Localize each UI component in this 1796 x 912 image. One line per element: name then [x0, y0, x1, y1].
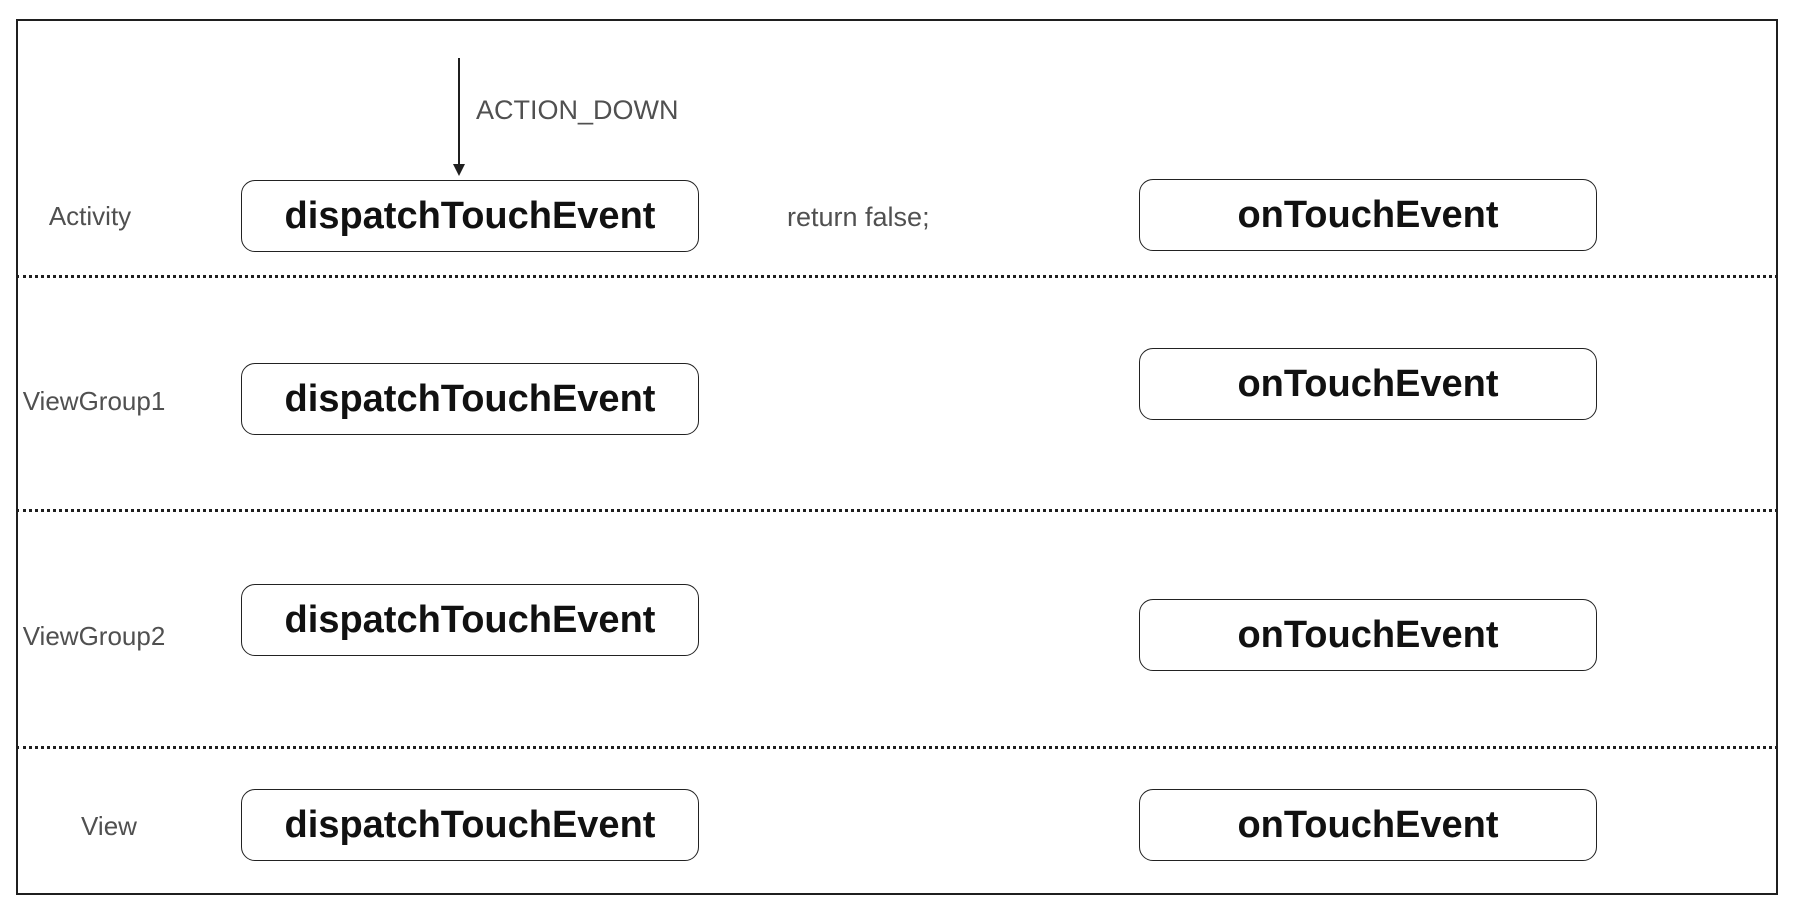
activity-return-false-label: return false; — [787, 202, 930, 232]
view-dispatch-touch-event-box: dispatchTouchEvent — [241, 789, 699, 861]
activity-dispatch-touch-event-box: dispatchTouchEvent — [241, 180, 699, 252]
layer-label-view: View — [81, 811, 137, 841]
action-down-label: ACTION_DOWN — [476, 95, 679, 125]
viewgroup2-dispatch-touch-event-box: dispatchTouchEvent — [241, 584, 699, 656]
viewgroup1-dispatch-touch-event-box: dispatchTouchEvent — [241, 363, 699, 435]
viewgroup1-on-touch-event-box: onTouchEvent — [1139, 348, 1597, 420]
layer-divider — [16, 275, 1778, 278]
layer-label-viewgroup1: ViewGroup1 — [22, 386, 166, 416]
layer-label-viewgroup2: ViewGroup2 — [22, 621, 166, 651]
view-on-touch-event-box: onTouchEvent — [1139, 789, 1597, 861]
viewgroup2-on-touch-event-box: onTouchEvent — [1139, 599, 1597, 671]
activity-on-touch-event-box: onTouchEvent — [1139, 179, 1597, 251]
layer-label-activity: Activity — [48, 201, 132, 231]
diagram-frame — [16, 19, 1778, 895]
layer-divider — [16, 746, 1778, 749]
layer-divider — [16, 509, 1778, 512]
down-arrow-icon — [453, 58, 465, 176]
